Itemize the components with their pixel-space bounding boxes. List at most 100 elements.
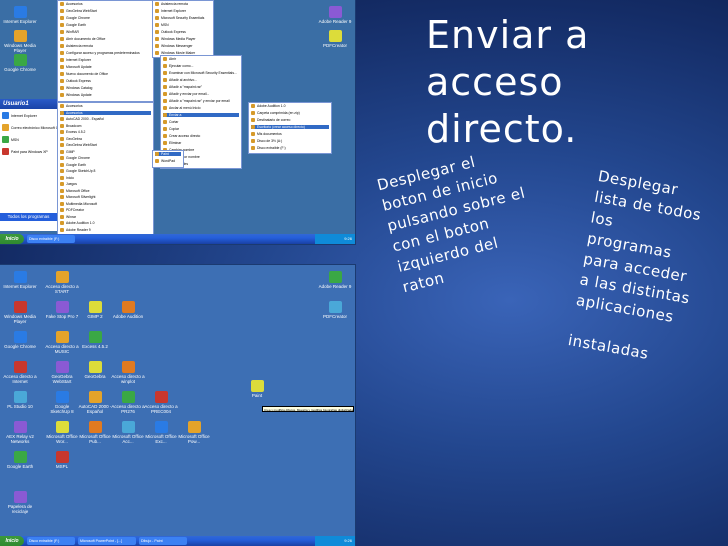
menu-item[interactable]: WordPad xyxy=(155,159,181,163)
menu-item[interactable]: Broadcom xyxy=(60,123,151,128)
desktop-icon[interactable]: Acceso directo a MUSIC xyxy=(45,331,79,354)
menu-item[interactable]: Disco de 3½ (A:) xyxy=(251,139,329,143)
taskbar-item[interactable]: Disco extraíble (F:) xyxy=(27,235,75,243)
all-programs-button[interactable]: Todos los programas xyxy=(0,213,57,221)
desktop-icon[interactable]: Microsoft Office Pub... xyxy=(78,421,112,444)
menu-item[interactable]: Añadir al archivo... xyxy=(163,78,239,82)
desktop-icon[interactable]: AutoCAD 2000 - Español xyxy=(78,391,112,414)
menu-item[interactable]: Google Chrome xyxy=(60,156,151,160)
desktop-icon[interactable]: Papelera de reciclaje xyxy=(3,491,37,514)
desktop-icon[interactable]: Acceso directo a PREC004 xyxy=(144,391,178,414)
menu-item[interactable]: Internet Explorer xyxy=(155,9,211,13)
desktop-icon[interactable]: Microsoft Office Pow... xyxy=(177,421,211,444)
desktop-icon[interactable]: PL Studio 10 xyxy=(3,391,37,409)
desktop-icon[interactable]: PDFCreator xyxy=(318,30,352,48)
desktop-icon[interactable]: PDFCreator xyxy=(318,301,352,319)
menu-item[interactable]: Google Earth xyxy=(60,23,151,27)
taskbar-item-disco[interactable]: Disco extraíble (F:) xyxy=(27,537,75,545)
desktop-icon[interactable]: Microsoft Office Exc... xyxy=(144,421,178,444)
desktop-icon[interactable]: Internet Explorer xyxy=(3,271,37,289)
desktop-icon[interactable]: Acceso directo a winplot xyxy=(111,361,145,384)
menu-item[interactable]: Winrar xyxy=(60,214,151,219)
menu-item[interactable]: Nuevo documento de Office xyxy=(60,72,151,76)
taskbar-item-paint[interactable]: Dibujo - Paint xyxy=(139,537,187,545)
desktop-icon[interactable]: GeoGebra WebStart xyxy=(45,361,79,384)
menu-item[interactable]: Microsoft Silverlight xyxy=(60,195,151,199)
menu-item[interactable]: Ejecutar como... xyxy=(163,64,239,68)
desktop-icon[interactable]: Acceso directo a Internet xyxy=(3,361,37,384)
menu-item[interactable]: Windows Media Player xyxy=(155,37,211,41)
start-menu-item[interactable]: MSN xyxy=(2,136,19,143)
desktop-icon[interactable]: Adobe Reader 9 xyxy=(318,6,352,24)
menu-item[interactable]: Asistencia remota xyxy=(155,2,211,6)
menu-item[interactable]: Multimedia Microsoft xyxy=(60,201,151,206)
menu-item[interactable]: GeoGebra xyxy=(60,136,151,141)
menu-item[interactable]: Destinatario de correo xyxy=(251,118,329,122)
menu-item[interactable]: Anclar al menú Inicio xyxy=(163,106,239,110)
menu-item[interactable]: Microsoft Security Essentials xyxy=(155,16,211,20)
menu-item[interactable]: Adobe Audition 1.0 xyxy=(251,104,329,108)
desktop-icon[interactable]: Excess 4.5.2 xyxy=(78,331,112,349)
desktop-icon[interactable]: Acceso directo a PR276 xyxy=(111,391,145,414)
menu-item[interactable]: Windows Messenger xyxy=(155,44,211,48)
menu-item[interactable]: GeoGebra WebStart xyxy=(60,143,151,147)
desktop-icon[interactable]: MSPL xyxy=(45,451,79,469)
menu-item[interactable]: MSN xyxy=(155,23,211,27)
menu-item[interactable]: Configurar acceso y programas predetermi… xyxy=(60,51,151,55)
desktop-icon[interactable]: Google Earth xyxy=(3,451,37,469)
menu-item[interactable]: Microsoft Update xyxy=(60,65,151,69)
menu-item[interactable]: Cortar xyxy=(163,120,239,124)
menu-item[interactable]: Asistencia remota xyxy=(60,44,151,48)
menu-item[interactable]: Eliminar xyxy=(163,141,239,145)
taskbar-item-powerpoint[interactable]: Microsoft PowerPoint - [...] xyxy=(78,537,136,545)
desktop-icon[interactable]: AEX Relay v2 Networks xyxy=(3,421,37,444)
menu-item[interactable]: Paint xyxy=(155,152,181,156)
start-button[interactable]: Inicio xyxy=(0,234,24,244)
desktop-icon[interactable]: Internet Explorer xyxy=(3,6,37,24)
menu-item[interactable]: Examinar con Microsoft Security Essentia… xyxy=(163,71,239,75)
menu-item[interactable]: Adobe Audition 1.0 xyxy=(60,221,151,225)
menu-item[interactable]: Escritorio (crear acceso directo) xyxy=(251,125,329,129)
menu-item[interactable]: Google SketchUp 8 xyxy=(60,169,151,173)
menu-item[interactable]: Accesorios xyxy=(60,110,151,115)
desktop-icon[interactable]: Windows Media Player xyxy=(3,30,37,53)
menu-item[interactable]: WinRAR xyxy=(60,30,151,34)
menu-item[interactable]: AutoCAD 2000 - Español xyxy=(60,117,151,121)
menu-item[interactable]: Microsoft Office xyxy=(60,188,151,193)
menu-item[interactable]: Google Chrome xyxy=(60,16,151,20)
start-button[interactable]: Inicio xyxy=(0,536,24,546)
desktop-icon[interactable]: Adobe Reader 9 xyxy=(318,271,352,289)
desktop-icon[interactable]: Acceso directo a START xyxy=(45,271,79,294)
desktop-icon[interactable]: Google SketchUp 8 xyxy=(45,391,79,414)
desktop-icon[interactable]: Microsoft Office Acc... xyxy=(111,421,145,444)
menu-item[interactable]: Windows Update xyxy=(60,93,151,97)
desktop-icon[interactable]: Windows Media Player xyxy=(3,301,37,324)
menu-item[interactable]: Windows Catalog xyxy=(60,86,151,90)
menu-item[interactable]: GIMP xyxy=(60,149,151,154)
desktop-icon[interactable]: Paint xyxy=(240,380,274,398)
menu-item[interactable]: Abrir documento de Office xyxy=(60,37,151,41)
menu-item[interactable]: PDFCreator xyxy=(60,208,151,212)
menu-item[interactable]: Añadir y enviar por email... xyxy=(163,92,239,96)
menu-item[interactable]: Outlook Express xyxy=(60,79,151,83)
desktop-icon[interactable]: Adobe Audition xyxy=(111,301,145,319)
desktop-icon[interactable]: Google Chrome xyxy=(3,54,37,72)
menu-item[interactable]: Inicio xyxy=(60,175,151,180)
menu-item[interactable]: Juegos xyxy=(60,182,151,186)
menu-item[interactable]: Internet Explorer xyxy=(60,58,151,62)
menu-item[interactable]: Carpeta comprimida (en zip) xyxy=(251,111,329,115)
menu-item[interactable]: Disco extraíble (F:) xyxy=(251,146,329,150)
menu-item[interactable]: Enviar a xyxy=(163,113,239,117)
menu-item[interactable]: Accesorios xyxy=(60,2,151,6)
menu-item[interactable]: Crear acceso directo xyxy=(163,134,239,138)
desktop-icon[interactable]: GeoGebra xyxy=(78,361,112,379)
desktop-icon[interactable]: Google Chrome xyxy=(3,331,37,349)
desktop-icon[interactable]: Microsoft Office Wor... xyxy=(45,421,79,444)
start-menu-item[interactable]: Paint para Windows XP xyxy=(2,148,48,155)
menu-item[interactable]: Adobe Reader 9 xyxy=(60,227,151,232)
desktop-icon[interactable]: Fake Stop Pro 7 xyxy=(45,301,79,319)
menu-item[interactable]: Abrir xyxy=(163,57,239,61)
menu-item[interactable]: Excess 4.5.2 xyxy=(60,130,151,134)
menu-item[interactable]: Añadir a "mspaint.rar" xyxy=(163,85,239,89)
menu-item[interactable]: Añadir a "mspaint.rar" y enviar por emai… xyxy=(163,99,239,103)
